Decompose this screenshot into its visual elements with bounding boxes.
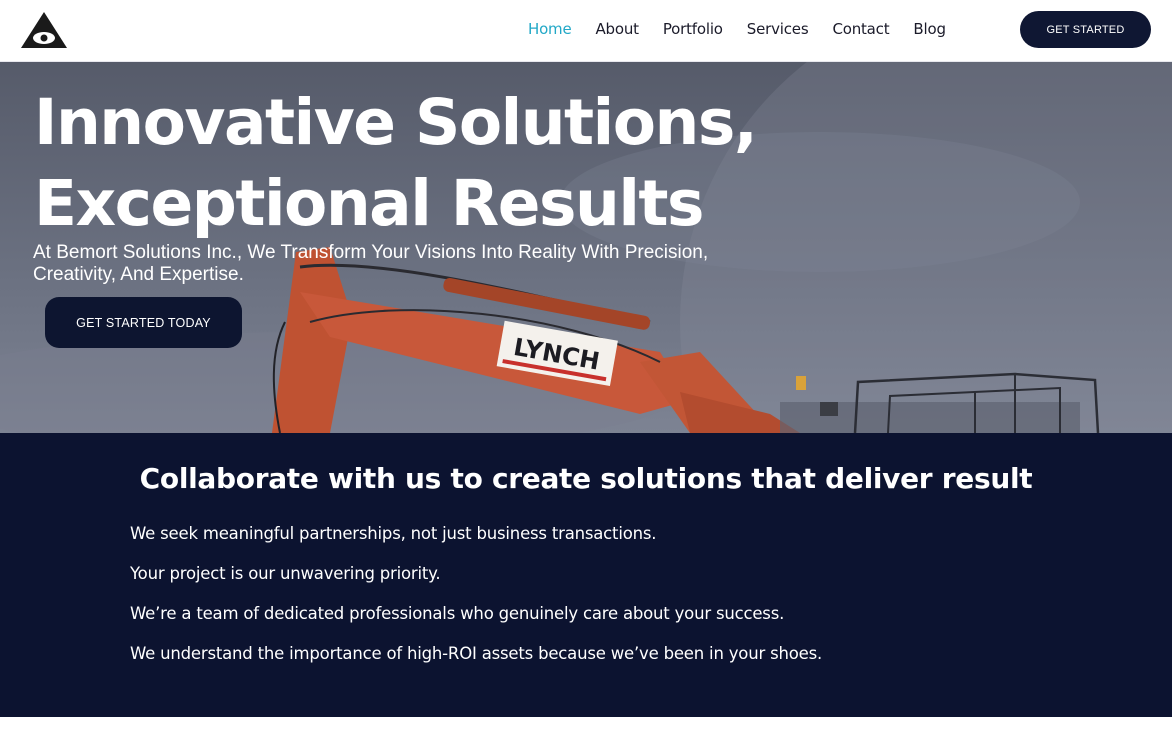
page-bottom-strip — [0, 717, 1172, 755]
nav-portfolio-link[interactable]: Portfolio — [663, 18, 723, 40]
triangle-eye-logo-icon[interactable] — [19, 10, 69, 52]
main-nav: Home About Portfolio Services Contact Bl… — [528, 18, 970, 40]
collaborate-points-list: We seek meaningful partnerships, not jus… — [130, 522, 822, 682]
hero-title: Innovative Solutions, Exceptional Result… — [34, 82, 794, 244]
hero-section: LYNCH Innovative Solutions, Exceptional … — [0, 62, 1172, 433]
nav-blog-link[interactable]: Blog — [913, 18, 946, 40]
get-started-button[interactable]: GET STARTED — [1020, 11, 1151, 48]
nav-contact-link[interactable]: Contact — [832, 18, 889, 40]
hero-title-line1: Innovative Solutions, — [34, 86, 758, 159]
nav-about-link[interactable]: About — [596, 18, 640, 40]
nav-services-link[interactable]: Services — [747, 18, 809, 40]
hero-subtitle: At Bemort Solutions Inc., We Transform Y… — [33, 242, 709, 285]
hero-title-line2: Exceptional Results — [34, 167, 705, 240]
site-header: Home About Portfolio Services Contact Bl… — [0, 0, 1172, 62]
get-started-today-button[interactable]: GET STARTED TODAY — [45, 297, 242, 348]
nav-home-link[interactable]: Home — [528, 18, 572, 40]
list-item: We’re a team of dedicated professionals … — [130, 604, 785, 623]
list-item: We seek meaningful partnerships, not jus… — [130, 524, 657, 543]
collaborate-section: Collaborate with us to create solutions … — [0, 433, 1172, 717]
list-item: Your project is our unwavering priority. — [130, 564, 441, 583]
list-item: We understand the importance of high-ROI… — [130, 644, 823, 663]
collaborate-title: Collaborate with us to create solutions … — [139, 462, 1033, 495]
